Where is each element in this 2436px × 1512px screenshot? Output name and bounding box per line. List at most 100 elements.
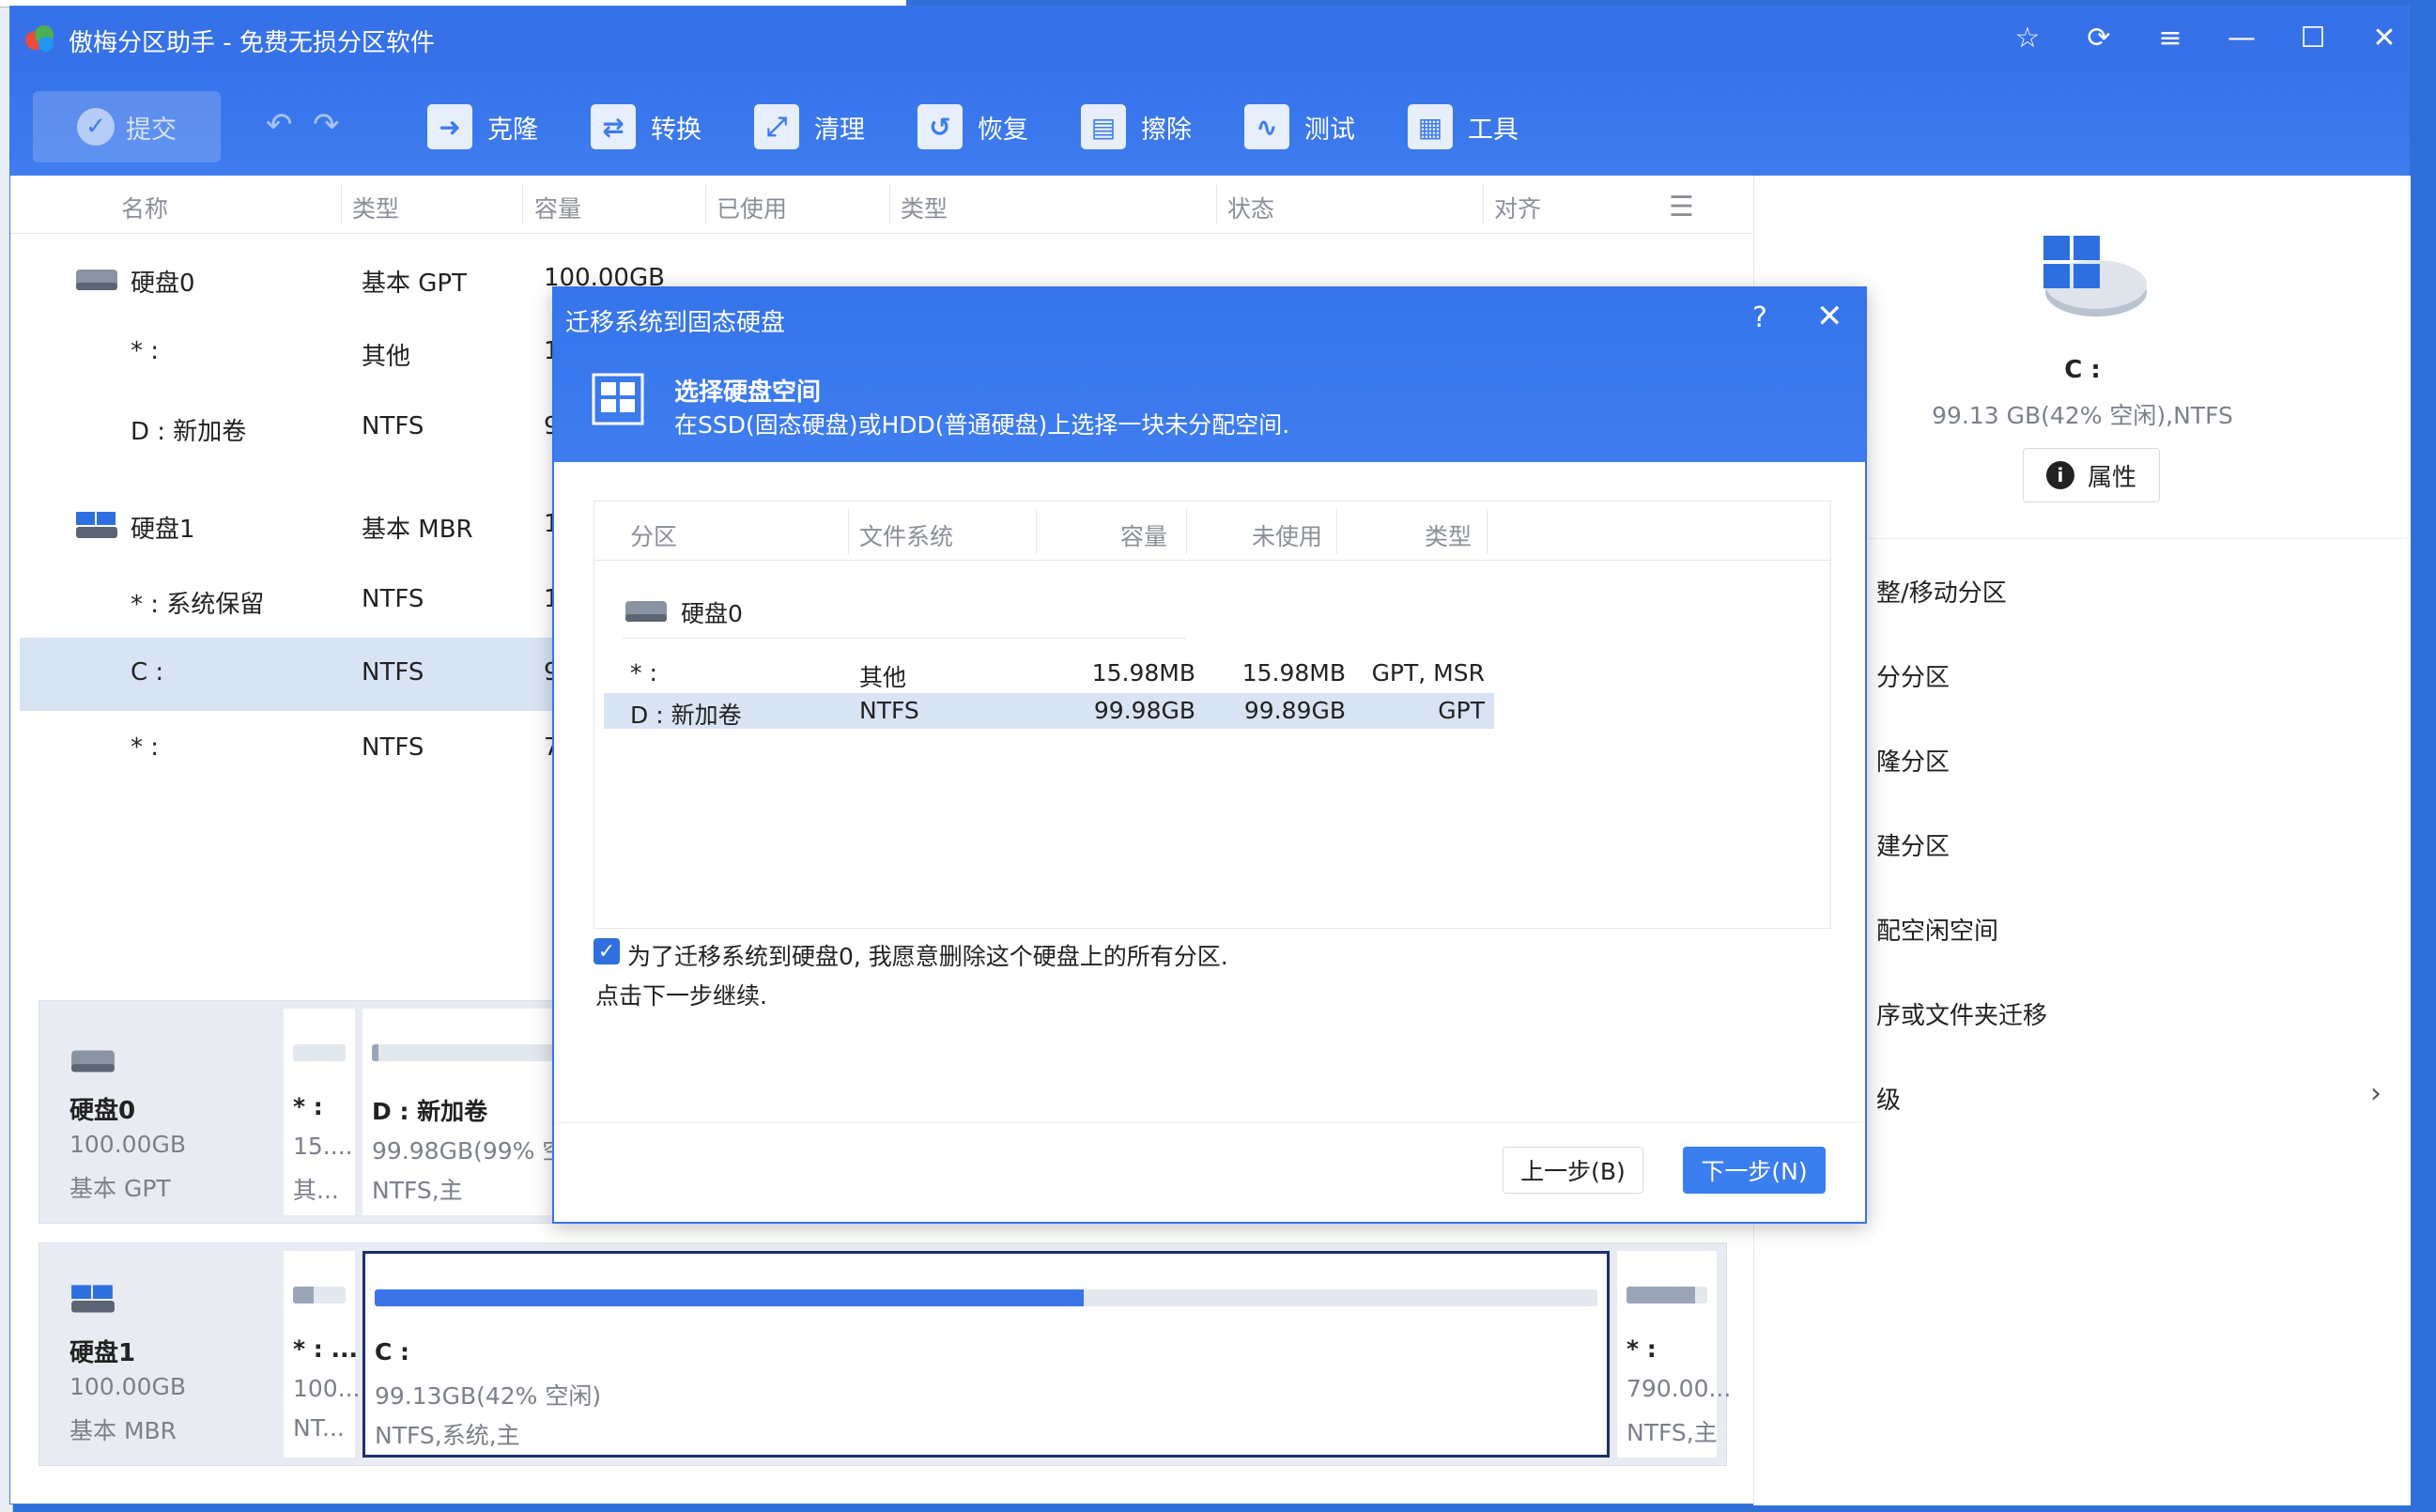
cleanup-button[interactable]: ⤢ 清理 xyxy=(754,100,865,153)
header-divider xyxy=(594,560,1830,561)
chevron-right-icon[interactable]: › xyxy=(2370,1077,2382,1110)
maximize-button[interactable]: ☐ xyxy=(2294,22,2332,54)
partition-block-selected[interactable]: C : 99.13GB(42% 空闲) NTFS,系统,主 xyxy=(362,1251,1610,1458)
column-settings-icon[interactable]: ☰ xyxy=(1669,191,1694,224)
col-partition[interactable]: 分区 xyxy=(630,518,677,552)
partition-name: * : xyxy=(1627,1335,1657,1363)
col-capacity[interactable]: 容量 xyxy=(1120,518,1167,552)
hard-disk-icon xyxy=(71,1050,115,1072)
windows-disk-icon xyxy=(71,1285,115,1313)
confirm-delete-label[interactable]: 为了迁移系统到硬盘0, 我愿意删除这个硬盘上的所有分区. xyxy=(627,938,1228,972)
partition-block[interactable]: * : ... 100.... NT... xyxy=(284,1251,368,1458)
disk-label: 硬盘0 xyxy=(681,600,743,627)
favorite-icon[interactable]: ☆ xyxy=(2009,22,2046,54)
cell-free: 99.89GB xyxy=(1243,697,1346,724)
disk0-info[interactable]: 硬盘0 100.00GB 基本 GPT xyxy=(39,1001,274,1223)
col-type[interactable]: 类型 xyxy=(352,191,399,224)
redo-icon[interactable]: ↷ xyxy=(313,106,340,144)
close-button[interactable]: ✕ xyxy=(2366,22,2403,54)
info-icon: i xyxy=(2045,461,2074,489)
app-title: 傲梅分区助手 - 免费无损分区软件 xyxy=(69,29,435,57)
col-filesystem[interactable]: 文件系统 xyxy=(859,518,953,552)
op-split[interactable]: 分分区 xyxy=(1876,658,1950,693)
disk-style: 基本 MBR xyxy=(69,1417,177,1444)
cell-name: 硬盘1 xyxy=(131,516,195,544)
partition-fs: NTFS,系统,主 xyxy=(375,1422,520,1449)
partition-fs: NTFS,主 xyxy=(372,1177,463,1204)
partition-fs: 其... xyxy=(293,1177,339,1204)
test-label: 测试 xyxy=(1304,115,1355,145)
col-divider xyxy=(1216,185,1217,224)
help-icon[interactable]: ? xyxy=(1752,301,1767,334)
commit-button[interactable]: ✓ 提交 xyxy=(33,91,221,162)
list-item[interactable]: * : 其他 15.98MB 15.98MB GPT, MSR xyxy=(604,656,1494,691)
wipe-icon: ▤ xyxy=(1081,104,1126,149)
col-divider xyxy=(1186,509,1187,554)
col-align[interactable]: 对齐 xyxy=(1494,191,1541,224)
op-app-migrate[interactable]: 序或文件夹迁移 xyxy=(1876,996,2047,1031)
next-button[interactable]: 下一步(N) xyxy=(1683,1147,1826,1194)
op-advanced[interactable]: 级 xyxy=(1876,1081,1901,1116)
dialog-subheading: 在SSD(固态硬盘)或HDD(普通硬盘)上选择一块未分配空间. xyxy=(674,411,1290,439)
commit-label: 提交 xyxy=(126,115,177,145)
wipe-button[interactable]: ▤ 擦除 xyxy=(1081,100,1192,153)
partition-block[interactable]: * : 15.... 其... xyxy=(284,1009,355,1215)
cell-capacity: 99.98GB xyxy=(1093,697,1195,724)
cell-type: GPT, MSR xyxy=(1371,659,1485,687)
op-create[interactable]: 建分区 xyxy=(1876,827,1950,862)
usage-bar xyxy=(293,1044,346,1061)
toolbar: ✓ 提交 ↶ ↷ ➜ 克隆 ⇄ 转换 ⤢ 清理 ↺ 恢复 ▤ 擦除 ∿ 测试 ▦… xyxy=(10,72,2409,176)
col-status[interactable]: 状态 xyxy=(1227,191,1274,224)
clone-button[interactable]: ➜ 克隆 xyxy=(427,100,538,153)
dialog-header: 迁移系统到固态硬盘 ? ✕ 选择硬盘空间 在SSD(固态硬盘)或HDD(普通硬盘… xyxy=(554,288,1865,462)
windows-disk-icon xyxy=(76,512,117,538)
cell-partition: D : 新加卷 xyxy=(630,702,742,729)
disk-space-icon xyxy=(592,373,644,425)
test-button[interactable]: ∿ 测试 xyxy=(1244,100,1355,153)
dialog-close-icon[interactable]: ✕ xyxy=(1816,298,1843,335)
op-resize-move[interactable]: 整/移动分区 xyxy=(1876,574,2007,609)
properties-button[interactable]: i 属性 xyxy=(2023,448,2160,502)
op-allocate-free[interactable]: 配空闲空间 xyxy=(1876,912,1998,947)
refresh-icon[interactable]: ⟳ xyxy=(2080,22,2118,54)
disk-group-row[interactable]: 硬盘0 xyxy=(623,588,1186,639)
cell-name: * : xyxy=(131,733,160,762)
col-used[interactable]: 已使用 xyxy=(717,191,787,224)
cell-type: 基本 MBR xyxy=(362,516,473,544)
partition-size: 99.98GB(99% 空 xyxy=(372,1137,566,1165)
col-name[interactable]: 名称 xyxy=(121,191,168,224)
cell-type: NTFS xyxy=(362,733,424,762)
minimize-button[interactable]: — xyxy=(2223,22,2260,54)
confirm-delete-checkbox[interactable]: ✓ xyxy=(594,938,620,964)
col-divider xyxy=(705,185,706,224)
cleanup-icon: ⤢ xyxy=(754,104,799,149)
tools-button[interactable]: ▦ 工具 xyxy=(1408,100,1519,153)
col-fstype[interactable]: 类型 xyxy=(901,191,948,224)
hard-disk-icon xyxy=(625,601,667,622)
partition-block[interactable]: * : 790.00... NTFS,主 xyxy=(1617,1251,1731,1458)
col-type[interactable]: 类型 xyxy=(1425,518,1472,552)
dialog-title: 迁移系统到固态硬盘 xyxy=(565,309,786,337)
wipe-label: 擦除 xyxy=(1141,115,1192,145)
properties-label: 属性 xyxy=(2087,463,2136,492)
cell-type: NTFS xyxy=(362,658,424,687)
col-capacity[interactable]: 容量 xyxy=(534,191,581,224)
list-item-selected[interactable]: D : 新加卷 NTFS 99.98GB 99.89GB GPT xyxy=(604,693,1494,729)
col-divider xyxy=(1487,509,1488,554)
op-clone[interactable]: 隆分区 xyxy=(1876,743,1950,778)
partition-fs: NT... xyxy=(293,1414,345,1442)
recover-button[interactable]: ↺ 恢复 xyxy=(917,100,1028,153)
menu-icon[interactable]: ≡ xyxy=(2151,22,2189,54)
partition-fs: NTFS,主 xyxy=(1627,1419,1718,1446)
col-free[interactable]: 未使用 xyxy=(1252,518,1322,552)
dialog-heading: 选择硬盘空间 xyxy=(674,378,822,407)
convert-button[interactable]: ⇄ 转换 xyxy=(591,100,702,153)
disk1-info[interactable]: 硬盘1 100.00GB 基本 MBR xyxy=(39,1243,274,1465)
disk1-map: 硬盘1 100.00GB 基本 MBR * : ... 100.... NT..… xyxy=(39,1242,1731,1466)
undo-icon[interactable]: ↶ xyxy=(266,106,293,144)
check-icon: ✓ xyxy=(77,108,115,146)
cell-type: NTFS xyxy=(362,412,424,440)
migrate-os-dialog: 迁移系统到固态硬盘 ? ✕ 选择硬盘空间 在SSD(固态硬盘)或HDD(普通硬盘… xyxy=(552,286,1867,1224)
previous-button[interactable]: 上一步(B) xyxy=(1503,1147,1643,1194)
cell-type: 其他 xyxy=(362,343,411,371)
